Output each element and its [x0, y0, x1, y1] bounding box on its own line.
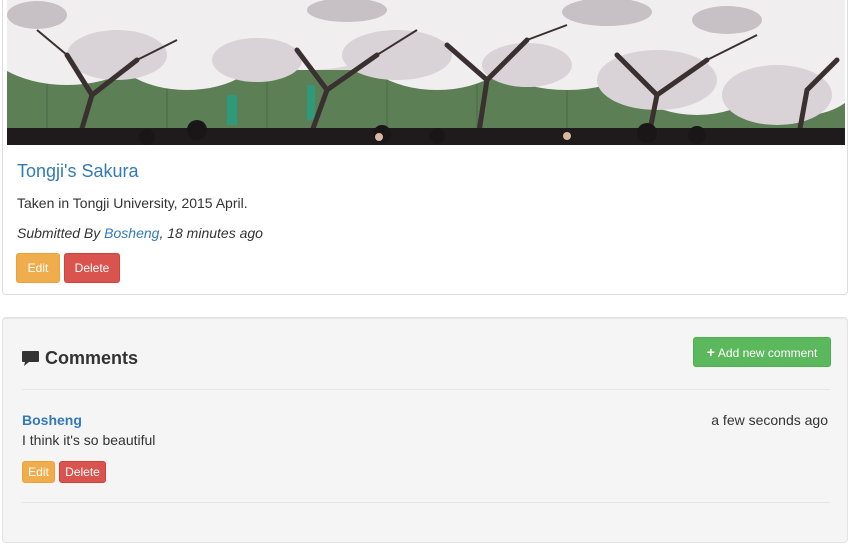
- submitted-by-label: Submitted By: [17, 225, 105, 241]
- comment-text: I think it's so beautiful: [22, 432, 156, 448]
- plus-icon: +: [706, 344, 715, 360]
- comment-icon: [21, 350, 40, 367]
- comments-heading-label: Comments: [45, 348, 139, 368]
- add-comment-button[interactable]: + Add new comment: [693, 337, 831, 367]
- comment-author-link[interactable]: Bosheng: [22, 412, 82, 428]
- add-comment-label: Add new comment: [717, 346, 818, 360]
- comments-divider-top: [22, 389, 830, 390]
- edit-photo-button[interactable]: Edit: [16, 253, 60, 283]
- comment-timestamp: a few seconds ago: [711, 412, 828, 428]
- comments-section: Comments + Add new comment Bosheng a few …: [2, 317, 848, 543]
- edit-comment-button[interactable]: Edit: [22, 461, 55, 483]
- delete-comment-button[interactable]: Delete: [59, 461, 106, 483]
- photo-author-link[interactable]: Bosheng: [104, 225, 159, 241]
- cherry-blossom-photo: [7, 0, 845, 145]
- photo-title-link[interactable]: Tongji's Sakura: [17, 161, 139, 182]
- delete-photo-button[interactable]: Delete: [64, 253, 120, 283]
- page: Tongji's Sakura Taken in Tongji Universi…: [0, 0, 852, 547]
- submitted-time: , 18 minutes ago: [159, 225, 263, 241]
- photo-submission-info: Submitted By Bosheng, 18 minutes ago: [17, 225, 263, 241]
- comments-divider-bottom: [22, 502, 830, 503]
- photo-description: Taken in Tongji University, 2015 April.: [17, 195, 248, 211]
- photo-card: Tongji's Sakura Taken in Tongji Universi…: [2, 0, 848, 295]
- comments-heading: Comments: [21, 348, 138, 369]
